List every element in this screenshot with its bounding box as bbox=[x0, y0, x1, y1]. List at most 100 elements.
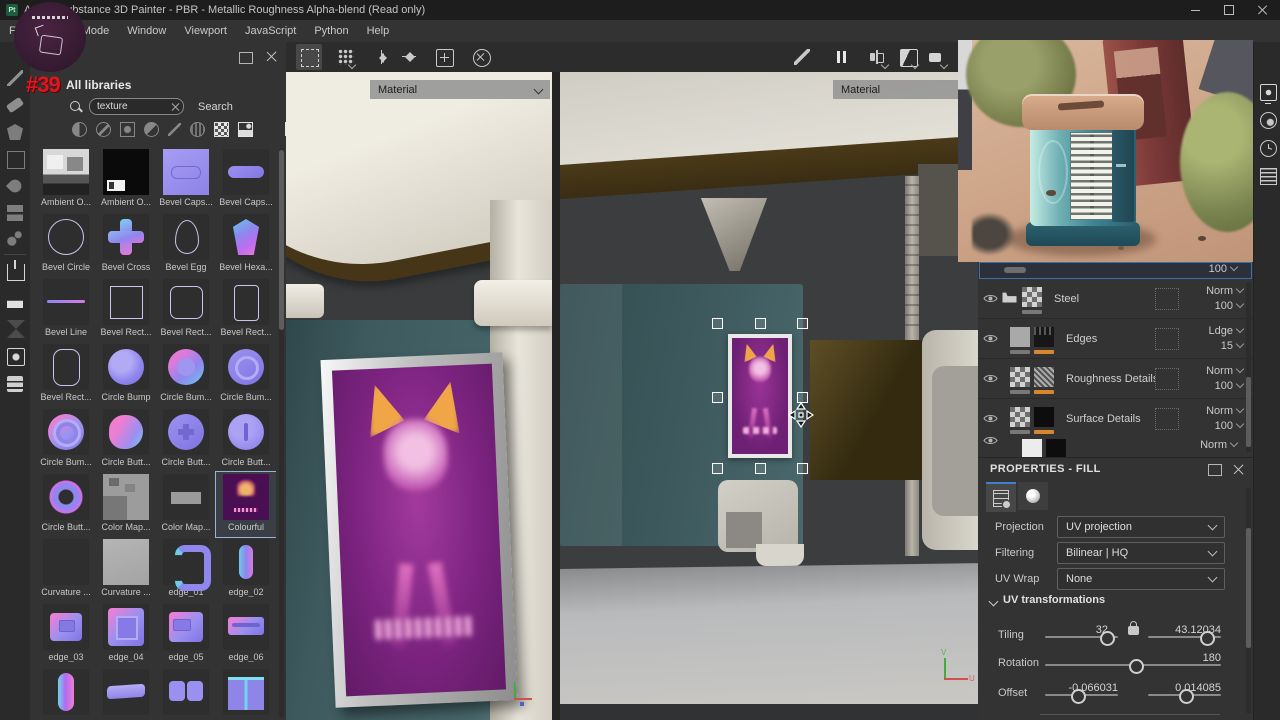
uv-wrap-dropdown[interactable]: None bbox=[1057, 568, 1225, 590]
uv-viewport-2d[interactable]: Material VU bbox=[560, 72, 978, 720]
layer-mask-thumbnail[interactable] bbox=[1034, 367, 1054, 387]
offset-y-slider[interactable]: 0.014085 bbox=[1148, 682, 1221, 704]
cancel-circle-icon[interactable] bbox=[473, 49, 491, 67]
tiling-x-slider[interactable]: 32 bbox=[1045, 624, 1118, 646]
material-mode-dropdown-2d[interactable]: Material bbox=[833, 80, 978, 99]
filter-smart-materials-icon[interactable] bbox=[96, 122, 111, 137]
asset-item[interactable]: Bevel Cross bbox=[96, 212, 156, 277]
asset-item[interactable]: edge_06 bbox=[216, 602, 276, 667]
partial-layer-row[interactable]: Norm bbox=[978, 435, 1253, 457]
asset-item[interactable]: Curvature ... bbox=[36, 537, 96, 602]
asset-item[interactable]: Circle Bum... bbox=[216, 342, 276, 407]
viewport-splitter[interactable] bbox=[552, 72, 560, 720]
filter-smart-masks-icon[interactable] bbox=[120, 122, 135, 137]
layer-visibility-icon[interactable] bbox=[978, 413, 1002, 424]
panel-float-icon[interactable] bbox=[239, 52, 253, 64]
asset-item[interactable]: Bevel Circle bbox=[36, 212, 96, 277]
tiling-y-slider[interactable]: 43.12034 bbox=[1148, 624, 1221, 646]
offset-y-handle[interactable] bbox=[1178, 689, 1194, 704]
asset-item[interactable]: edge_01 bbox=[156, 537, 216, 602]
layer-visibility-icon[interactable] bbox=[978, 373, 1002, 384]
opacity-slider-stub[interactable] bbox=[1004, 267, 1026, 273]
minimize-button[interactable] bbox=[1178, 0, 1212, 20]
symmetry-x-icon[interactable] bbox=[374, 49, 390, 65]
bake-icon[interactable] bbox=[7, 300, 23, 308]
restore-button[interactable] bbox=[1212, 0, 1246, 20]
layer-thumbnail[interactable] bbox=[1022, 287, 1042, 307]
menu-python[interactable]: Python bbox=[305, 20, 357, 42]
asset-item[interactable]: Color Map... bbox=[96, 472, 156, 537]
rotation-handle[interactable] bbox=[1128, 659, 1144, 674]
clear-search-icon[interactable] bbox=[171, 102, 180, 111]
asset-item[interactable]: Bevel Hexa... bbox=[216, 212, 276, 277]
particle-brush-icon[interactable] bbox=[7, 230, 23, 246]
hourglass-icon[interactable] bbox=[7, 320, 25, 338]
asset-item[interactable]: edge_05 bbox=[156, 602, 216, 667]
asset-item[interactable]: edge_02 bbox=[216, 537, 276, 602]
asset-item[interactable]: Circle Butt... bbox=[96, 407, 156, 472]
tiling-x-handle[interactable] bbox=[1100, 631, 1116, 646]
asset-item[interactable]: Ambient O... bbox=[36, 147, 96, 212]
menu-javascript[interactable]: JavaScript bbox=[236, 20, 305, 42]
asset-item[interactable]: Bevel Line bbox=[36, 277, 96, 342]
blend-mode-dropdown[interactable]: Norm bbox=[1206, 404, 1245, 417]
offset-x-slider[interactable]: -0.066031 bbox=[1045, 682, 1118, 704]
geometry-mask-icon[interactable] bbox=[301, 49, 319, 67]
asset-item[interactable]: Bevel Rect... bbox=[36, 342, 96, 407]
asset-item[interactable]: edge_04 bbox=[96, 602, 156, 667]
offset-x-handle[interactable] bbox=[1071, 689, 1087, 704]
asset-item[interactable]: Bevel Rect... bbox=[216, 277, 276, 342]
layer-thumbnail[interactable] bbox=[1010, 327, 1030, 347]
filter-brushes-icon[interactable] bbox=[168, 123, 181, 136]
filter-environments-icon[interactable] bbox=[238, 122, 253, 137]
panel-float-icon[interactable] bbox=[1208, 464, 1222, 476]
asset-item[interactable]: Bevel Caps... bbox=[216, 147, 276, 212]
asset-item[interactable]: Bevel Egg bbox=[156, 212, 216, 277]
tab-fill-settings[interactable] bbox=[986, 482, 1016, 512]
smudge-tool-icon[interactable] bbox=[5, 176, 25, 196]
asset-item[interactable]: Circle Bum... bbox=[156, 342, 216, 407]
asset-item[interactable]: Circle Butt... bbox=[36, 472, 96, 537]
layer-mask-thumbnail[interactable] bbox=[1034, 407, 1054, 427]
asset-item[interactable] bbox=[36, 667, 96, 720]
close-button[interactable] bbox=[1246, 0, 1280, 20]
material-mode-dropdown-3d[interactable]: Material bbox=[370, 80, 550, 99]
asset-item[interactable]: Ambient O... bbox=[96, 147, 156, 212]
symmetry-y-icon[interactable] bbox=[401, 49, 417, 65]
eraser-icon[interactable] bbox=[5, 96, 25, 114]
asset-item[interactable]: Circle Butt... bbox=[216, 407, 276, 472]
library-selector[interactable]: All libraries bbox=[66, 78, 131, 92]
layer-visibility-icon[interactable] bbox=[978, 293, 1002, 304]
asset-item[interactable]: Bevel Caps... bbox=[156, 147, 216, 212]
uv-transformations-section[interactable]: UV transformations bbox=[988, 594, 1105, 606]
filter-textures-icon[interactable] bbox=[214, 122, 229, 137]
menu-viewport[interactable]: Viewport bbox=[175, 20, 236, 42]
asset-item[interactable]: Circle Bump bbox=[96, 342, 156, 407]
asset-item[interactable] bbox=[96, 667, 156, 720]
polygon-fill-icon[interactable] bbox=[7, 151, 25, 169]
asset-item[interactable] bbox=[216, 667, 276, 720]
opacity-dropdown[interactable]: 100 bbox=[1215, 419, 1245, 432]
layer-row[interactable]: Surface Details Norm 100 bbox=[978, 399, 1253, 439]
asset-item[interactable]: Curvature ... bbox=[96, 537, 156, 602]
asset-item[interactable]: Bevel Rect... bbox=[156, 277, 216, 342]
lock-icon[interactable] bbox=[1128, 621, 1139, 635]
asset-item[interactable]: edge_03 bbox=[36, 602, 96, 667]
filter-materials-icon[interactable] bbox=[72, 122, 87, 137]
asset-item[interactable]: Bevel Rect... bbox=[96, 277, 156, 342]
asset-item[interactable]: Circle Butt... bbox=[156, 407, 216, 472]
clone-stamp-icon[interactable] bbox=[7, 205, 23, 221]
asset-item[interactable]: Circle Bum... bbox=[36, 407, 96, 472]
layer-visibility-icon[interactable] bbox=[978, 435, 1002, 446]
rotation-slider[interactable]: 180 bbox=[1045, 652, 1221, 674]
asset-item[interactable]: Color Map... bbox=[156, 472, 216, 537]
search-input[interactable] bbox=[89, 98, 184, 115]
layer-mask-thumbnail[interactable] bbox=[1034, 327, 1054, 347]
log-icon[interactable] bbox=[1260, 168, 1277, 185]
blend-mode-dropdown[interactable]: Norm bbox=[1206, 364, 1245, 377]
filter-procedurals-icon[interactable] bbox=[190, 122, 205, 137]
add-frame-icon[interactable] bbox=[436, 49, 454, 67]
panel-close-icon[interactable] bbox=[1233, 463, 1245, 475]
export-icon[interactable] bbox=[7, 260, 25, 281]
menu-window[interactable]: Window bbox=[118, 20, 175, 42]
